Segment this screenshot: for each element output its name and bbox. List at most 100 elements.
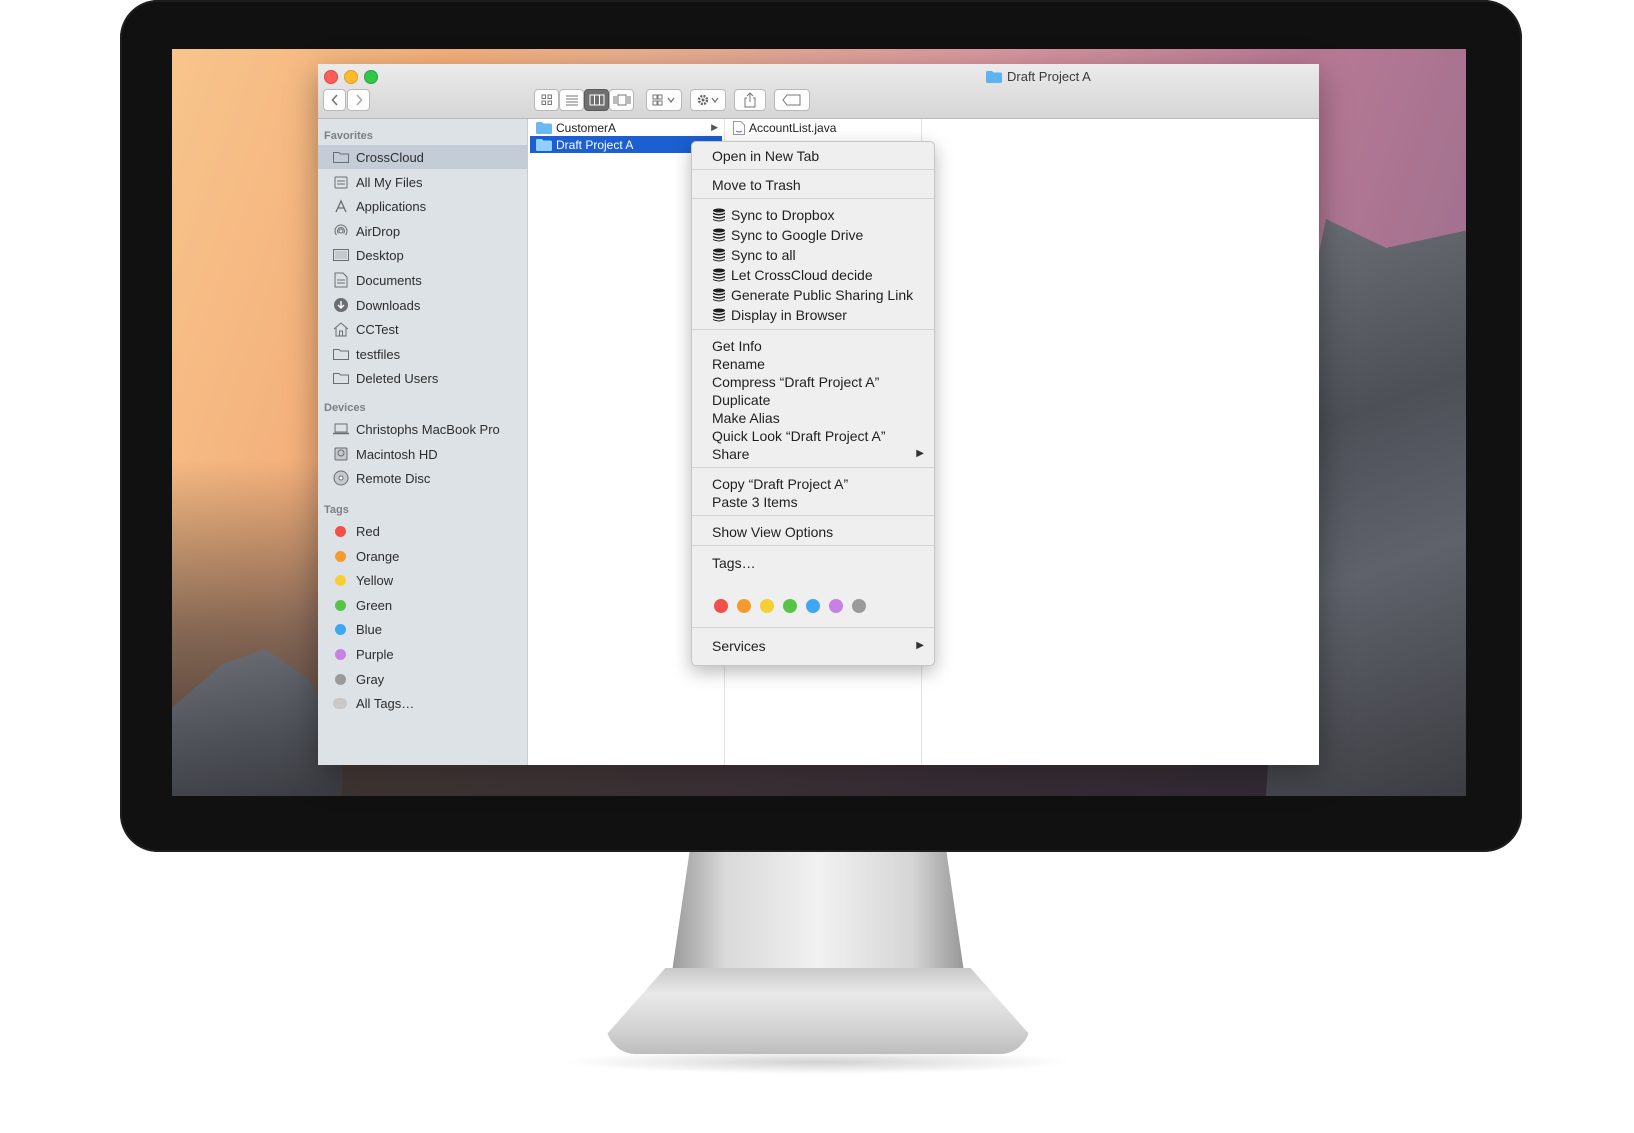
menu-item-duplicate[interactable]: Duplicate [692,390,934,409]
yellow-tag-icon [335,574,346,586]
coverflow-view-button[interactable] [609,89,634,111]
chevron-right-icon [355,94,363,106]
sidebar-item-label: All Tags… [356,695,415,711]
arrange-button[interactable] [646,89,682,111]
window-title: Draft Project A [986,69,1091,84]
devices-header: Devices [324,402,366,414]
columns-icon [589,94,604,106]
menu-item-public-link[interactable]: Generate Public Sharing Link [692,285,934,304]
menu-item-services[interactable]: Services ▶ [692,636,934,655]
menu-separator [692,545,934,546]
folder-icon [986,70,1002,83]
orange-tag-swatch[interactable] [737,599,751,613]
gray-tag-icon [335,673,346,685]
list-item[interactable]: CustomerA ▶ [530,119,722,136]
sidebar-tag-gray[interactable]: Gray [318,667,527,691]
sidebar-tag-orange[interactable]: Orange [318,544,527,568]
menu-item-open-new-tab[interactable]: Open in New Tab [692,146,934,165]
java-file-icon [733,120,745,135]
menu-item-show-view-options[interactable]: Show View Options [692,522,934,541]
sidebar-item-cctest[interactable]: CCTest [318,317,527,341]
yellow-tag-swatch[interactable] [760,599,774,613]
applications-icon [332,198,350,214]
forward-button[interactable] [347,89,370,111]
title-bar: Draft Project A [318,64,1319,119]
menu-separator [692,169,934,170]
monitor-stand-base [606,968,1030,1054]
menu-item-crosscloud-decide[interactable]: Let CrossCloud decide [692,265,934,284]
list-view-button[interactable] [559,89,584,111]
gray-tag-swatch[interactable] [852,599,866,613]
sidebar-item-label: Red [356,523,380,539]
submenu-arrow-icon: ▶ [916,448,924,459]
blue-tag-swatch[interactable] [806,599,820,613]
menu-item-get-info[interactable]: Get Info [692,336,934,355]
sidebar-tag-purple[interactable]: Purple [318,642,527,666]
airdrop-icon [332,223,350,239]
menu-item-rename[interactable]: Rename [692,354,934,373]
sidebar-tag-green[interactable]: Green [318,593,527,617]
menu-item-tags[interactable]: Tags… [692,553,934,572]
menu-item-move-to-trash[interactable]: Move to Trash [692,175,934,194]
sidebar-item-downloads[interactable]: Downloads [318,293,527,317]
sidebar-item-testfiles[interactable]: testfiles [318,342,527,366]
sidebar-item-airdrop[interactable]: AirDrop [318,219,527,243]
minimize-button[interactable] [344,70,358,84]
tags-header: Tags [324,504,349,516]
home-icon [332,321,350,337]
tag-icon [782,94,801,106]
sidebar-tag-yellow[interactable]: Yellow [318,568,527,592]
sidebar-item-crosscloud[interactable]: CrossCloud [318,145,527,169]
sidebar-all-tags[interactable]: All Tags… [318,691,527,715]
menu-item-make-alias[interactable]: Make Alias [692,408,934,427]
orange-tag-icon [335,550,346,562]
share-button[interactable] [734,89,766,111]
sidebar-item-desktop[interactable]: Desktop [318,243,527,267]
purple-tag-swatch[interactable] [829,599,843,613]
sidebar-tag-blue[interactable]: Blue [318,617,527,641]
close-button[interactable] [324,70,338,84]
red-tag-swatch[interactable] [714,599,728,613]
icon-view-button[interactable] [534,89,559,111]
action-button[interactable] [690,89,726,111]
chevron-left-icon [330,94,338,106]
back-button[interactable] [323,89,346,111]
green-tag-swatch[interactable] [783,599,797,613]
list-item[interactable]: AccountList.java [727,119,919,136]
sidebar-tag-red[interactable]: Red [318,519,527,543]
sidebar: Favorites CrossCloud All My Files Applic… [318,119,528,765]
menu-item-compress[interactable]: Compress “Draft Project A” [692,372,934,391]
sidebar-item-remote-disc[interactable]: Remote Disc [318,466,527,490]
desktop-icon [332,247,350,263]
zoom-button[interactable] [364,70,378,84]
sidebar-item-label: Desktop [356,247,404,263]
menu-separator [692,329,934,330]
share-icon [744,92,756,108]
sidebar-item-applications[interactable]: Applications [318,194,527,218]
list-item-label: Draft Project A [556,137,634,152]
sidebar-item-label: Blue [356,621,383,637]
sidebar-item-macintosh-hd[interactable]: Macintosh HD [318,442,527,466]
red-tag-icon [335,525,346,537]
arrange-grid-icon [652,94,675,106]
sidebar-item-label: Applications [356,198,427,214]
edit-tags-button[interactable] [774,89,810,111]
menu-item-sync-dropbox[interactable]: Sync to Dropbox [692,205,934,224]
menu-item-share[interactable]: Share ▶ [692,444,934,463]
menu-item-sync-all[interactable]: Sync to all [692,245,934,264]
sidebar-item-all-my-files[interactable]: All My Files [318,170,527,194]
menu-item-quick-look[interactable]: Quick Look “Draft Project A” [692,426,934,445]
menu-item-paste[interactable]: Paste 3 Items [692,492,934,511]
grid-icon [541,94,552,105]
monitor-stand-neck [672,852,964,972]
sidebar-item-deleted-users[interactable]: Deleted Users [318,366,527,390]
menu-item-copy[interactable]: Copy “Draft Project A” [692,474,934,493]
menu-item-sync-google-drive[interactable]: Sync to Google Drive [692,225,934,244]
sidebar-item-macbook-pro[interactable]: Christophs MacBook Pro [318,417,527,441]
sidebar-item-documents[interactable]: Documents [318,268,527,292]
menu-separator [692,515,934,516]
column-view-button[interactable] [584,89,609,111]
menu-item-display-browser[interactable]: Display in Browser [692,305,934,324]
wallpaper-rock [172,649,342,796]
database-icon [712,308,726,322]
